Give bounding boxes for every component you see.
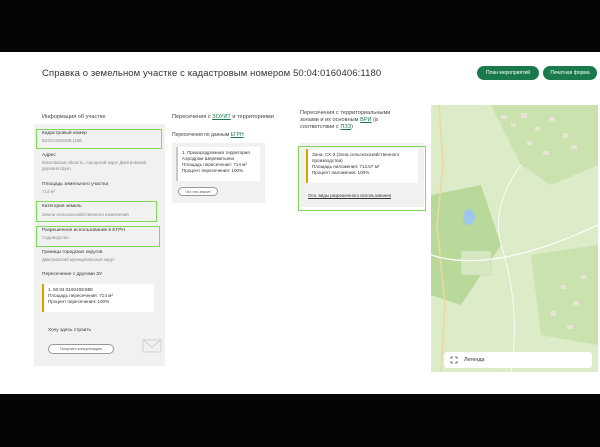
zouit-card-name: 1. Приаэродромная территория Аэродром Ше…	[182, 150, 250, 161]
info-heading: Информация об участке	[42, 114, 106, 120]
address-value: Московская область, городской округ Дмит…	[42, 160, 148, 171]
pzz-link[interactable]: ПЗЗ	[340, 124, 351, 130]
egrn-link[interactable]: ЕГРН	[231, 132, 244, 138]
egrn-subheading: Пересечения по данным ЕГРН	[172, 132, 244, 139]
address-label: Адрес	[42, 153, 56, 158]
cross-card: 1. 50:04:0160406:888 Площадь пересечения…	[42, 284, 154, 312]
zouit-panel: 1. Приаэродромная территория Аэродром Ше…	[172, 143, 265, 203]
egrn-prefix: Пересечения по данным	[172, 132, 231, 138]
highlight-category	[36, 201, 157, 222]
map-view[interactable]	[431, 105, 598, 372]
highlight-cadastral	[36, 129, 162, 149]
zouit-card: 1. Приаэродромная территория Аэродром Ше…	[176, 147, 260, 181]
zouit-heading: Пересечения с ЗОУИТ и территориями	[172, 114, 274, 121]
report-page: Справка о земельном участке с кадастровы…	[0, 52, 600, 394]
map-canvas[interactable]	[431, 105, 598, 372]
vri-link[interactable]: ВРИ	[360, 117, 371, 123]
zones-heading-line3-suffix: )	[351, 124, 353, 130]
expand-icon[interactable]	[450, 356, 458, 364]
video-bottom-bar	[0, 394, 600, 447]
zones-heading-line2: зонами и их основным	[300, 117, 361, 123]
details-button[interactable]: Что это значит	[178, 187, 218, 196]
borders-label: Границы городских округов	[42, 250, 103, 255]
consult-button[interactable]: Получить консультацию	[48, 344, 114, 354]
area-label: Площадь земельного участка	[42, 182, 109, 187]
legend-label: Легенда	[464, 357, 485, 363]
zouit-link[interactable]: ЗОУИТ	[212, 114, 231, 120]
zones-heading-line1: Пересечения с территориальными	[300, 110, 391, 116]
plan-button[interactable]: План мероприятий	[477, 66, 539, 80]
zones-heading-line3: соответствии с	[300, 124, 341, 130]
print-button[interactable]: Печатная форма	[543, 66, 597, 80]
map-legend[interactable]: Легенда	[444, 352, 592, 368]
video-top-bar	[0, 0, 600, 52]
zouit-heading-prefix: Пересечения с	[172, 114, 213, 120]
zones-heading-line2-suffix: (в	[371, 117, 378, 123]
zouit-heading-suffix: и территориями	[230, 114, 274, 120]
area-value: 714 м²	[42, 189, 56, 194]
build-text: Хочу здесь строить	[48, 328, 92, 333]
cross-card-percent: Процент пересечения: 100%	[48, 299, 110, 304]
borders-value: Дмитровский муниципальный округ	[42, 257, 115, 262]
zouit-card-percent: Процент пересечения: 100%	[182, 168, 244, 173]
envelope-icon	[142, 339, 162, 353]
highlight-use	[36, 226, 160, 247]
cross-label: Пересечение с другими ЗУ	[42, 272, 103, 277]
highlight-zone	[298, 146, 426, 211]
zones-heading: Пересечения с территориальными зонами и …	[300, 110, 428, 131]
page-title: Справка о земельном участке с кадастровы…	[42, 68, 382, 79]
